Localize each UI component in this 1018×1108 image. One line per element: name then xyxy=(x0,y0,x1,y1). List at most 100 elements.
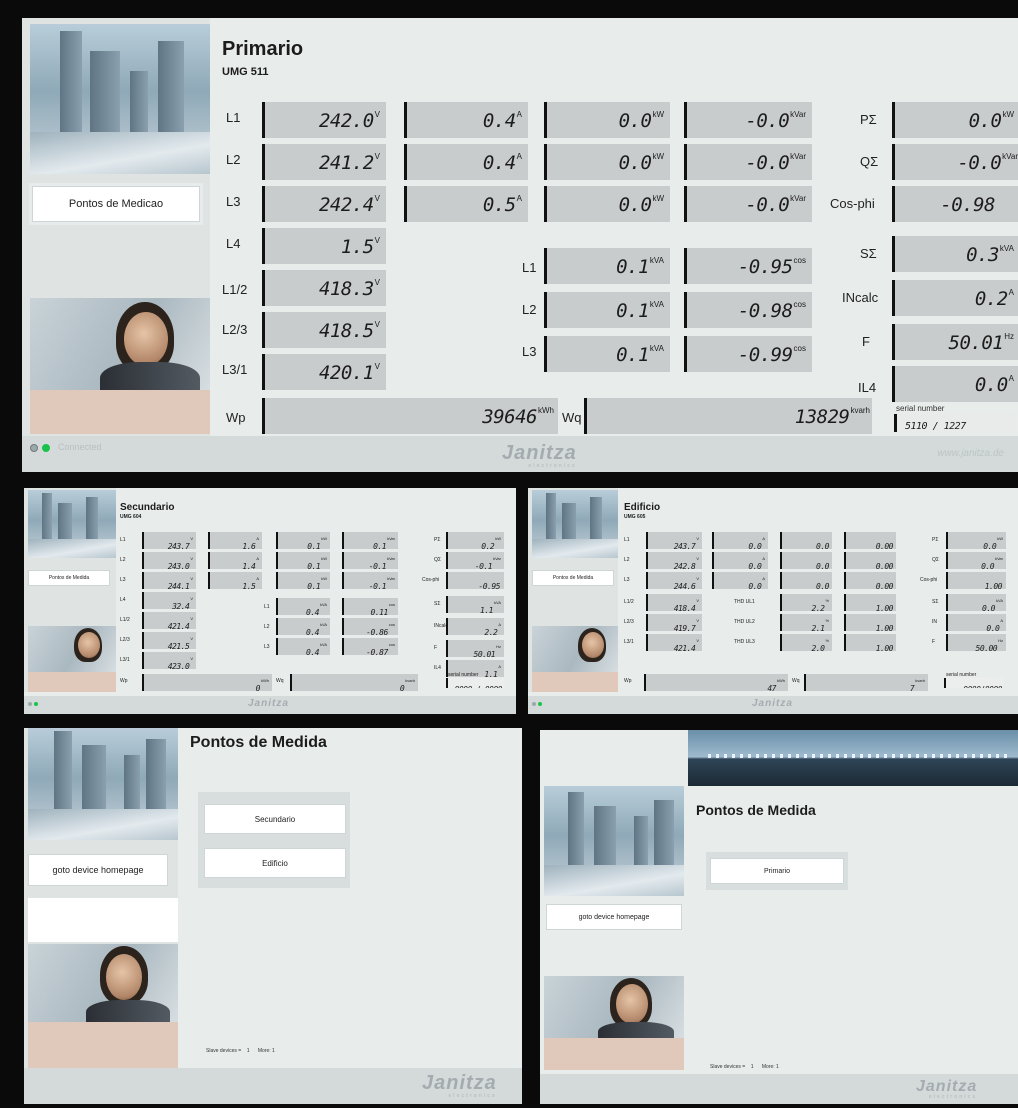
wp-label: Wp xyxy=(120,678,128,684)
voltage-display-unit: V xyxy=(190,656,193,661)
reactive-display: -0.1kVar xyxy=(342,552,398,569)
right-display-unit: A xyxy=(1000,618,1003,623)
cos-phi-display: -0.98 xyxy=(892,186,1018,222)
apparent-display: 0.4kVA xyxy=(276,638,330,655)
power-display-value: 0.1 xyxy=(307,582,321,589)
thd-display: 2.0% xyxy=(780,634,832,651)
cos-l3-display: -0.99cos xyxy=(684,336,812,372)
voltage-display-value: 418.4 xyxy=(673,604,696,611)
goto-device-homepage-button[interactable]: goto device homepage xyxy=(546,904,682,930)
pf-display: 0.00 xyxy=(844,552,896,569)
voltage-display-unit: V xyxy=(190,556,193,561)
voltage-display-value: 421.4 xyxy=(167,622,190,629)
voltage-display: 418.4V xyxy=(646,594,702,611)
current-l3-display: 0.5A xyxy=(404,186,528,222)
pontos-de-medicao-button[interactable]: Pontos de Medicao xyxy=(32,186,200,222)
voltage-l23-display: 418.5V xyxy=(262,312,386,348)
footer: Janitza xyxy=(528,696,1018,714)
label-apparent-l3: L3 xyxy=(522,344,537,359)
voltage-display-unit: V xyxy=(696,556,699,561)
voltage-display-value: 242.8 xyxy=(673,562,696,569)
power-l2-display: 0.0kW xyxy=(544,144,670,180)
row-label: L1 xyxy=(120,537,126,543)
apparent-display-unit: kVA xyxy=(319,642,327,647)
serial-number-display-value: 0000/0000 xyxy=(963,685,1002,688)
row-label: L2/3 xyxy=(120,637,130,643)
right-display-unit: kVA xyxy=(493,600,501,605)
voltage-l12-display: 418.3V xyxy=(262,270,386,306)
sidebar: Pontos de Medicao xyxy=(22,18,210,436)
current-display-unit: A xyxy=(256,536,259,541)
status-led-green xyxy=(538,702,542,706)
voltage-display-value: 32.4 xyxy=(172,602,190,609)
status-led-green xyxy=(42,444,50,452)
website-link[interactable]: www.janitza.de xyxy=(937,448,1004,459)
row-label: L3 xyxy=(624,577,630,583)
row-label: L2/3 xyxy=(624,619,634,625)
current-display-value: 0.0 xyxy=(748,562,762,569)
reactive-l2-display: -0.0kVar xyxy=(684,144,812,180)
current-display-unit: A xyxy=(256,556,259,561)
right-display: -0.95 xyxy=(446,572,504,589)
cos-display-unit: cos xyxy=(388,602,395,607)
wp-display-value: 47 xyxy=(767,684,776,691)
serial-number-display: 5110 / 1227 xyxy=(894,414,1016,432)
right-display-value: 1.1 xyxy=(484,670,498,677)
janitza-logo: Janitza xyxy=(752,698,793,709)
right-display-value: 1.00 xyxy=(984,582,1003,589)
serial-number-display-value: 0000 / 0000 xyxy=(455,685,503,688)
secundario-button[interactable]: Secundario xyxy=(204,804,346,834)
power-display: 0.1kW xyxy=(276,552,330,569)
right-label: PΣ xyxy=(434,537,441,543)
right-display: 50.01Hz xyxy=(446,640,504,657)
apparent-l1-display: 0.1kVA xyxy=(544,248,670,284)
apparent-display-unit: kVA xyxy=(319,622,327,627)
right-label: Cos-phi xyxy=(422,577,440,583)
thd-display: 2.2% xyxy=(780,594,832,611)
right-label: SΣ xyxy=(932,599,939,605)
power-display: 0.0 xyxy=(780,552,832,569)
label-wp: Wp xyxy=(226,410,246,425)
cos-display-value: -0.87 xyxy=(366,648,388,655)
apparent-display-unit: kVA xyxy=(319,602,327,607)
voltage-display-value: 244.6 xyxy=(673,582,696,589)
cos-l1-display: -0.95cos xyxy=(684,248,812,284)
voltage-display-unit: V xyxy=(190,596,193,601)
city-photo xyxy=(544,786,684,896)
power-display-value: 0.0 xyxy=(816,562,829,569)
label-l2: L2 xyxy=(226,152,241,167)
reactive-display-value: -0.1 xyxy=(368,562,387,569)
sidebar: goto device homepage xyxy=(24,728,178,1068)
primario-button[interactable]: Primario xyxy=(710,858,844,884)
serial-number-label: serial number xyxy=(896,404,945,413)
voltage-display-value: 421.4 xyxy=(673,644,696,651)
current-display-unit: A xyxy=(762,556,765,561)
power-display: 0.0 xyxy=(780,572,832,589)
right-display-value: 0.0 xyxy=(983,542,997,549)
label-il4: IL4 xyxy=(858,380,877,395)
woman-photo xyxy=(30,298,210,390)
thd-display-unit: % xyxy=(825,598,829,603)
footer: Janitza electronics xyxy=(24,1068,522,1104)
right-display-value: 50.01 xyxy=(473,650,496,657)
slave-devices-status: Slave devices = 1 More: 1 xyxy=(206,1048,275,1054)
voltage-display: 419.7V xyxy=(646,614,702,631)
wp-display-unit: kWh xyxy=(261,678,269,683)
current-display: 1.6A xyxy=(208,532,262,549)
right-label: F xyxy=(932,639,936,645)
voltage-l1-display: 242.0V xyxy=(262,102,386,138)
label-l1: L1 xyxy=(226,110,241,125)
label-apparent-l1: L1 xyxy=(522,260,537,275)
right-display-value: 50.00 xyxy=(975,644,998,651)
right-display-unit: kW xyxy=(997,536,1003,541)
page-title: Pontos de Medida xyxy=(696,802,816,818)
voltage-l2-display: 241.2V xyxy=(262,144,386,180)
right-display-value: 1.1 xyxy=(480,606,493,613)
thd-label: THD UL3 xyxy=(734,639,755,645)
label-l12: L1/2 xyxy=(222,282,248,297)
apparent-display-value: 0.4 xyxy=(306,648,319,655)
goto-device-homepage-button[interactable]: goto device homepage xyxy=(28,854,168,886)
page-title: Primario xyxy=(222,38,304,60)
edificio-button[interactable]: Edificio xyxy=(204,848,346,878)
pf-display: 0.00 xyxy=(844,532,896,549)
